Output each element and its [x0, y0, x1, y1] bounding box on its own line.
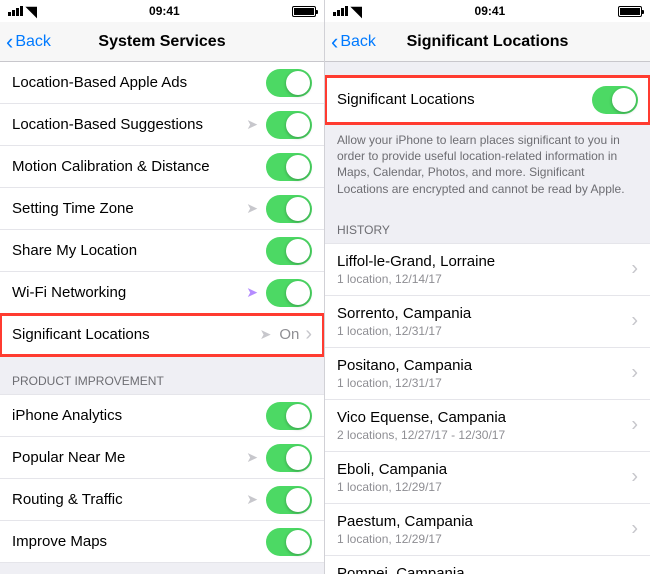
- description-text: Allow your iPhone to learn places signif…: [325, 124, 650, 209]
- row-label: Wi-Fi Networking: [12, 284, 246, 301]
- history-item[interactable]: Vico Equense, Campania 2 locations, 12/27…: [325, 400, 650, 452]
- row-label: Significant Locations: [337, 91, 592, 108]
- setting-row[interactable]: Motion Calibration & Distance: [0, 146, 324, 188]
- status-bar: ◥ 09:41: [0, 0, 324, 22]
- chevron-right-icon: ›: [305, 323, 312, 346]
- navbar: ‹ Back System Services: [0, 22, 324, 62]
- back-label: Back: [340, 33, 376, 51]
- toggle-switch[interactable]: [266, 444, 312, 472]
- chevron-right-icon: ›: [631, 362, 638, 385]
- toggle-switch[interactable]: [266, 195, 312, 223]
- chevron-right-icon: ›: [631, 518, 638, 541]
- setting-row[interactable]: Popular Near Me➤: [0, 437, 324, 479]
- row-label: iPhone Analytics: [12, 407, 266, 424]
- row-label: Significant Locations: [12, 326, 260, 343]
- toggle-switch[interactable]: [266, 486, 312, 514]
- location-arrow-icon: ➤: [246, 200, 258, 217]
- wifi-icon: ◥: [351, 4, 362, 18]
- history-item[interactable]: Eboli, Campania 1 location, 12/29/17›: [325, 452, 650, 504]
- toggle-switch[interactable]: [266, 279, 312, 307]
- status-bar: ◥ 09:41: [325, 0, 650, 22]
- toggle-switch[interactable]: [266, 69, 312, 97]
- chevron-right-icon: ›: [631, 570, 638, 574]
- location-arrow-icon: ➤: [260, 326, 272, 343]
- page-title: System Services: [98, 33, 225, 51]
- history-item[interactable]: Liffol-le-Grand, Lorraine 1 location, 12/…: [325, 244, 650, 296]
- history-item[interactable]: Paestum, Campania 1 location, 12/29/17›: [325, 504, 650, 556]
- history-item[interactable]: Positano, Campania 1 location, 12/31/17›: [325, 348, 650, 400]
- chevron-right-icon: ›: [631, 414, 638, 437]
- row-label: Location-Based Suggestions: [12, 116, 246, 133]
- signal-icon: [8, 6, 23, 16]
- history-item-subtitle: 1 location, 12/29/17: [337, 480, 638, 494]
- history-item-subtitle: 1 location, 12/31/17: [337, 376, 638, 390]
- setting-row[interactable]: Improve Maps: [0, 521, 324, 563]
- row-value: On: [279, 326, 299, 343]
- phone-left: ◥ 09:41 ‹ Back System Services Location-…: [0, 0, 325, 574]
- toggle-switch[interactable]: [266, 111, 312, 139]
- row-label: Setting Time Zone: [12, 200, 246, 217]
- battery-icon: [618, 6, 642, 17]
- phone-right: ◥ 09:41 ‹ Back Significant Locations Sig…: [325, 0, 650, 574]
- chevron-right-icon: ›: [631, 258, 638, 281]
- status-time: 09:41: [149, 4, 180, 18]
- history-item-title: Eboli, Campania: [337, 461, 638, 478]
- setting-row[interactable]: Wi-Fi Networking➤: [0, 272, 324, 314]
- history-item[interactable]: Pompei, Campania3 locations, 12/27/17 - …: [325, 556, 650, 574]
- back-button[interactable]: ‹ Back: [6, 31, 51, 53]
- toggle-switch[interactable]: [592, 86, 638, 114]
- setting-row[interactable]: Share My Location: [0, 230, 324, 272]
- location-arrow-icon: ➤: [246, 284, 258, 301]
- history-item-title: Liffol-le-Grand, Lorraine: [337, 253, 638, 270]
- row-label: Improve Maps: [12, 533, 266, 550]
- row-label: Routing & Traffic: [12, 491, 246, 508]
- history-item-subtitle: 1 location, 12/31/17: [337, 324, 638, 338]
- history-item-subtitle: 2 locations, 12/27/17 - 12/30/17: [337, 428, 638, 442]
- footer-note: Allow Apple to use your frequent locatio…: [0, 563, 324, 574]
- location-arrow-icon: ➤: [246, 116, 258, 133]
- back-button[interactable]: ‹ Back: [331, 31, 376, 53]
- row-label: Location-Based Apple Ads: [12, 74, 266, 91]
- toggle-switch[interactable]: [266, 528, 312, 556]
- setting-row[interactable]: Location-Based Suggestions➤: [0, 104, 324, 146]
- history-item-title: Sorrento, Campania: [337, 305, 638, 322]
- setting-row[interactable]: Setting Time Zone➤: [0, 188, 324, 230]
- setting-row[interactable]: Routing & Traffic➤: [0, 479, 324, 521]
- significant-locations-toggle-row[interactable]: Significant Locations: [325, 76, 650, 124]
- wifi-icon: ◥: [26, 4, 37, 18]
- chevron-left-icon: ‹: [331, 31, 338, 53]
- status-time: 09:41: [475, 4, 506, 18]
- back-label: Back: [15, 33, 51, 51]
- setting-row[interactable]: iPhone Analytics: [0, 395, 324, 437]
- chevron-right-icon: ›: [631, 466, 638, 489]
- location-arrow-icon: ➤: [246, 449, 258, 466]
- history-item-title: Positano, Campania: [337, 357, 638, 374]
- toggle-switch[interactable]: [266, 237, 312, 265]
- history-item[interactable]: Sorrento, Campania 1 location, 12/31/17›: [325, 296, 650, 348]
- battery-icon: [292, 6, 316, 17]
- significant-locations-row[interactable]: Significant Locations ➤ On ›: [0, 314, 324, 356]
- section-header-product-improvement: Product Improvement: [0, 356, 324, 395]
- row-label: Share My Location: [12, 242, 266, 259]
- toggle-switch[interactable]: [266, 402, 312, 430]
- location-arrow-icon: ➤: [246, 491, 258, 508]
- chevron-left-icon: ‹: [6, 31, 13, 53]
- navbar: ‹ Back Significant Locations: [325, 22, 650, 62]
- chevron-right-icon: ›: [631, 310, 638, 333]
- history-item-title: Paestum, Campania: [337, 513, 638, 530]
- signal-icon: [333, 6, 348, 16]
- history-item-subtitle: 1 location, 12/14/17: [337, 272, 638, 286]
- row-label: Popular Near Me: [12, 449, 246, 466]
- history-item-title: Pompei, Campania: [337, 565, 638, 574]
- section-header-history: History: [325, 209, 650, 244]
- page-title: Significant Locations: [407, 33, 569, 51]
- row-label: Motion Calibration & Distance: [12, 158, 266, 175]
- spacer: [325, 62, 650, 76]
- setting-row[interactable]: Location-Based Apple Ads: [0, 62, 324, 104]
- history-item-subtitle: 1 location, 12/29/17: [337, 532, 638, 546]
- history-item-title: Vico Equense, Campania: [337, 409, 638, 426]
- toggle-switch[interactable]: [266, 153, 312, 181]
